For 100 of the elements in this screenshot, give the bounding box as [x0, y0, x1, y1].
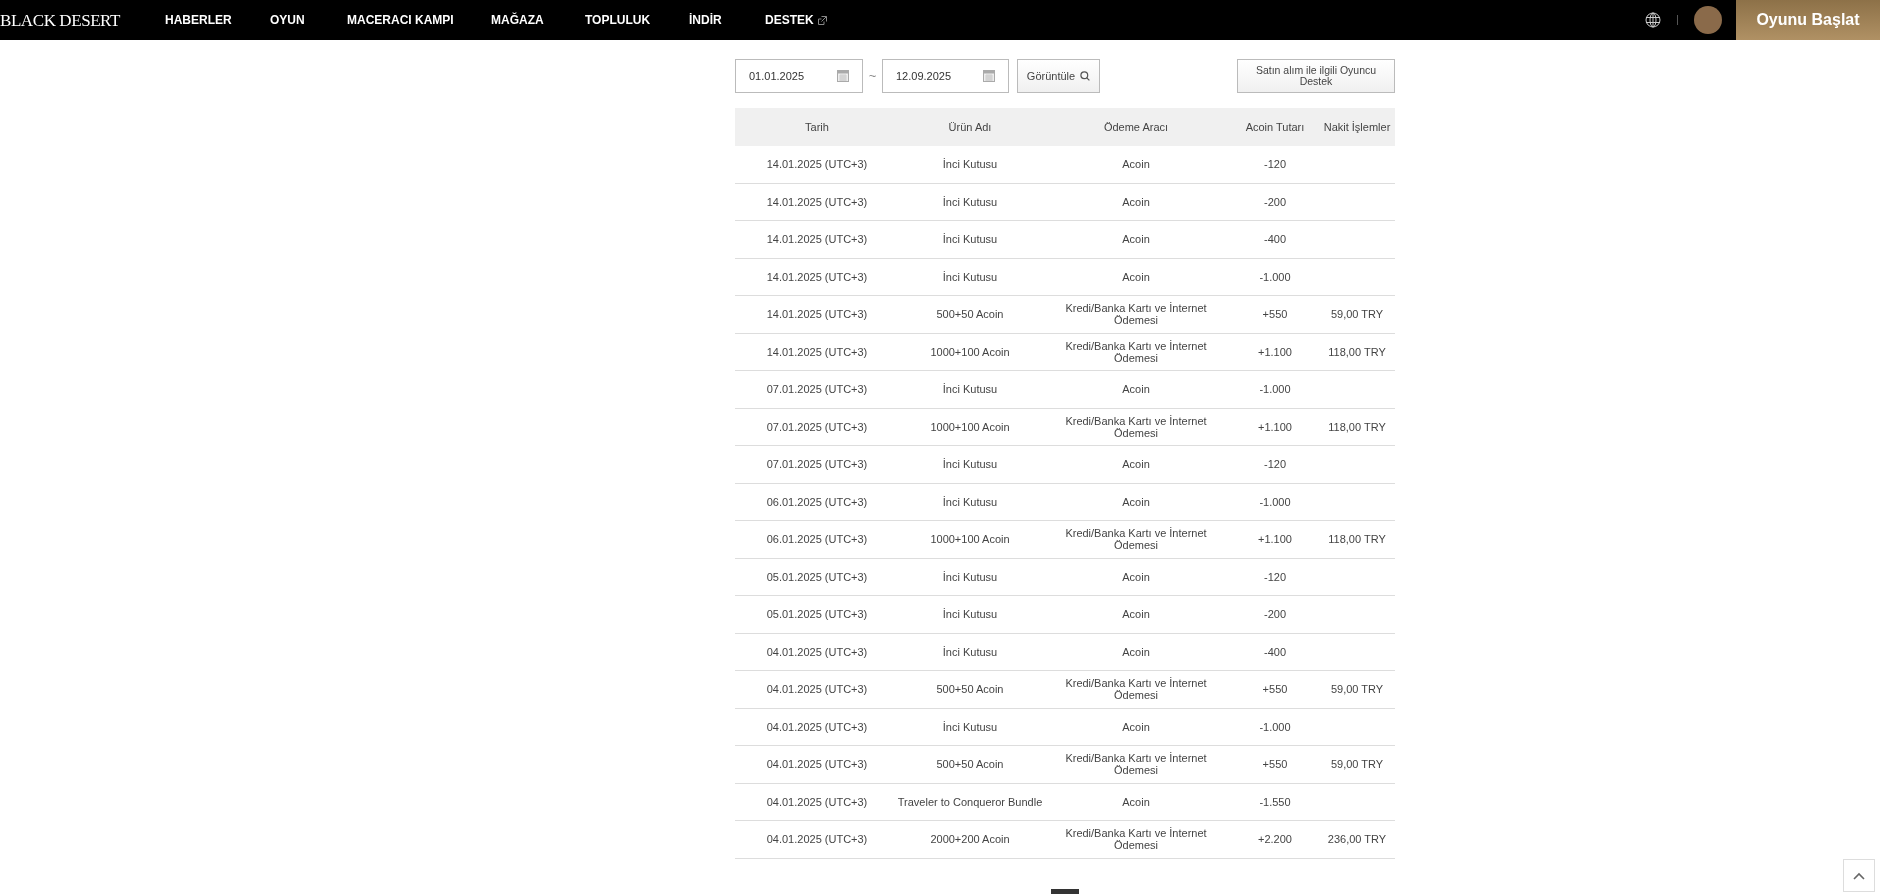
- table-cell: 500+50 Acoin: [936, 308, 1004, 321]
- table-cell: +2.200: [1258, 833, 1292, 846]
- table-cell: 500+50 Acoin: [936, 758, 1004, 771]
- table-cell: +1.100: [1258, 345, 1292, 358]
- table-cell: İnci Kutusu: [942, 158, 998, 171]
- nav-link[interactable]: MAĞAZA: [491, 11, 585, 29]
- table-cell: İnci Kutusu: [942, 720, 998, 733]
- table-cell: 05.01.2025 (UTC+3): [766, 608, 868, 621]
- table-cell: +1.100: [1258, 533, 1292, 546]
- table-cell: Acoin: [1122, 158, 1150, 171]
- end-date-field[interactable]: 12.09.2025: [882, 59, 1009, 93]
- table-cell: 06.01.2025 (UTC+3): [766, 533, 868, 546]
- table-cell: 06.01.2025 (UTC+3): [766, 495, 868, 508]
- table-cell: Acoin: [1122, 233, 1150, 246]
- table-cell: 1000+100 Acoin: [930, 533, 1010, 546]
- table-cell: 14.01.2025 (UTC+3): [766, 233, 868, 246]
- table-cell: 59,00 TRY: [1330, 683, 1384, 696]
- date-range-separator: ~: [867, 67, 878, 86]
- calendar-icon: [983, 70, 995, 82]
- logo[interactable]: BLACK DESERT: [0, 11, 125, 29]
- table-cell: İnci Kutusu: [942, 458, 998, 471]
- nav-link[interactable]: TOPLULUK: [585, 11, 689, 29]
- table-cell: +550: [1262, 683, 1288, 696]
- table-cell: İnci Kutusu: [942, 495, 998, 508]
- table-cell: 05.01.2025 (UTC+3): [766, 570, 868, 583]
- table-cell: 07.01.2025 (UTC+3): [766, 458, 868, 471]
- table-cell: 118,00 TRY: [1328, 533, 1386, 546]
- table-cell: 59,00 TRY: [1330, 308, 1384, 321]
- table-cell: Acoin: [1122, 458, 1150, 471]
- table-cell: Acoin: [1122, 795, 1150, 808]
- table-cell: 14.01.2025 (UTC+3): [766, 345, 868, 358]
- calendar-icon: [837, 70, 849, 82]
- nav-link[interactable]: HABERLER: [165, 11, 270, 29]
- table-cell: 2000+200 Acoin: [930, 833, 1010, 846]
- support-button[interactable]: Satın alım ile ilgili Oyuncu Destek: [1237, 59, 1395, 93]
- table-cell-text: Kredi/Banka Kartı ve İnternet Ödemesi: [1064, 302, 1208, 327]
- table-cell: Acoin: [1122, 645, 1150, 658]
- table-cell: Acoin: [1122, 720, 1150, 733]
- avatar[interactable]: [1694, 6, 1722, 34]
- nav-link[interactable]: MACERACI KAMPI: [347, 11, 491, 29]
- table-cell: İnci Kutusu: [942, 570, 998, 583]
- table-cell: 118,00 TRY: [1328, 345, 1386, 358]
- table-cell: İnci Kutusu: [942, 195, 998, 208]
- table-cell: İnci Kutusu: [942, 645, 998, 658]
- table-cell: 118,00 TRY: [1328, 420, 1386, 433]
- table-cell: 04.01.2025 (UTC+3): [766, 683, 868, 696]
- table-cell: 14.01.2025 (UTC+3): [766, 158, 868, 171]
- table-cell: -1.000: [1259, 495, 1291, 508]
- column-header: Ödeme Aracı: [1103, 119, 1169, 135]
- nav-link[interactable]: DESTEK: [765, 11, 845, 29]
- table-cell: Acoin: [1122, 570, 1150, 583]
- column-header: Tarih: [805, 119, 829, 135]
- table-cell: İnci Kutusu: [942, 383, 998, 396]
- search-icon: [1080, 71, 1091, 81]
- table-cell-text: Kredi/Banka Kartı ve İnternet Ödemesi: [1064, 752, 1208, 777]
- table-cell: İnci Kutusu: [942, 233, 998, 246]
- table-cell: -120: [1264, 570, 1286, 583]
- table-cell: -200: [1264, 195, 1286, 208]
- table-cell-text: Kredi/Banka Kartı ve İnternet Ödemesi: [1064, 414, 1208, 439]
- table-cell-text: Kredi/Banka Kartı ve İnternet Ödemesi: [1064, 677, 1208, 702]
- table-cell: Acoin: [1122, 383, 1150, 396]
- table-cell: -120: [1264, 158, 1286, 171]
- table-cell: +550: [1262, 758, 1288, 771]
- table-cell: 04.01.2025 (UTC+3): [766, 645, 868, 658]
- view-button[interactable]: Görüntüle: [1017, 59, 1100, 93]
- table-cell: Acoin: [1122, 195, 1150, 208]
- nav-link[interactable]: İNDİR: [689, 11, 765, 29]
- table-cell: Traveler to Conqueror Bundle: [897, 795, 1043, 808]
- table-cell: 14.01.2025 (UTC+3): [766, 308, 868, 321]
- scroll-top-button[interactable]: [1843, 859, 1875, 892]
- table-cell: -1.000: [1259, 383, 1291, 396]
- table-cell: 1000+100 Acoin: [930, 420, 1010, 433]
- table-cell: 04.01.2025 (UTC+3): [766, 833, 868, 846]
- table-cell: 1000+100 Acoin: [930, 345, 1010, 358]
- column-header: Nakit İşlemler: [1323, 119, 1391, 135]
- table-cell: İnci Kutusu: [942, 608, 998, 621]
- start-date-field[interactable]: 01.01.2025: [735, 59, 863, 93]
- table-cell-text: Kredi/Banka Kartı ve İnternet Ödemesi: [1064, 527, 1208, 552]
- start-game-button[interactable]: Oyunu Başlat: [1736, 0, 1880, 40]
- table-cell-text: Kredi/Banka Kartı ve İnternet Ödemesi: [1064, 827, 1208, 852]
- table-cell: -1.000: [1259, 720, 1291, 733]
- table-cell: -120: [1264, 458, 1286, 471]
- table-cell-text: Kredi/Banka Kartı ve İnternet Ödemesi: [1064, 339, 1208, 364]
- table-cell: 14.01.2025 (UTC+3): [766, 195, 868, 208]
- table-cell: -400: [1264, 645, 1286, 658]
- table-cell: -200: [1264, 608, 1286, 621]
- table-cell: 04.01.2025 (UTC+3): [766, 758, 868, 771]
- globe-icon[interactable]: [1645, 12, 1661, 28]
- table-cell: +1.100: [1258, 420, 1292, 433]
- table-cell: Acoin: [1122, 270, 1150, 283]
- table-cell: 04.01.2025 (UTC+3): [766, 720, 868, 733]
- table-cell: -1.550: [1259, 795, 1291, 808]
- table-cell: 04.01.2025 (UTC+3): [766, 795, 868, 808]
- table-cell: 07.01.2025 (UTC+3): [766, 383, 868, 396]
- nav-link[interactable]: OYUN: [270, 11, 347, 29]
- table-cell: Acoin: [1122, 495, 1150, 508]
- table-cell: 14.01.2025 (UTC+3): [766, 270, 868, 283]
- chevron-up-icon: [1853, 871, 1865, 880]
- table-cell: -1.000: [1259, 270, 1291, 283]
- column-header: Ürün Adı: [948, 119, 992, 135]
